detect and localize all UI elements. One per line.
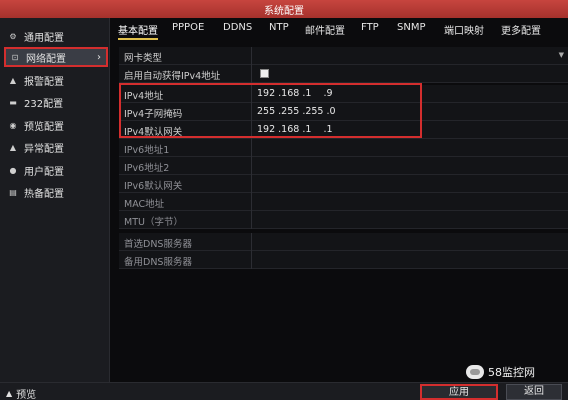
sidebar-item-label: 异常配置 [24, 143, 64, 155]
ipv6-address1-row: IPv6地址1 [119, 139, 568, 157]
mac-address-label: MAC地址 [124, 199, 165, 210]
mtu-row: MTU（字节） [119, 211, 568, 229]
ipv6-gateway-label: IPv6默认网关 [124, 181, 183, 192]
hotspare-icon: ▤ [9, 187, 17, 197]
sidebar-item-network[interactable]: ⊡ 网络配置 › [4, 47, 108, 67]
sidebar-item-label: 报警配置 [24, 76, 64, 88]
primary-dns-label: 首选DNS服务器 [124, 239, 192, 250]
ipv4-address-row: IPv4地址 192 .168 .1 .9 [119, 85, 568, 103]
sidebar-item-label: 热备配置 [24, 188, 64, 200]
ipv4-gateway-field[interactable]: 192 .168 .1 .1 [257, 124, 333, 135]
tab-ftp[interactable]: FTP [361, 22, 379, 33]
preview-button[interactable]: ▲ 预览 [6, 386, 36, 400]
user-icon: ● [9, 165, 17, 175]
secondary-dns-label: 备用DNS服务器 [124, 257, 192, 268]
apply-button[interactable]: 应用 [420, 384, 498, 400]
sidebar-item-label: 用户配置 [24, 166, 64, 178]
watermark: 58监控网 [466, 364, 535, 380]
window-title: 系统配置 [264, 6, 304, 17]
ipv4-address-field[interactable]: 192 .168 .1 .9 [257, 88, 333, 99]
alarm-icon: ▲ [9, 75, 17, 85]
ipv4-gateway-row: IPv4默认网关 192 .168 .1 .1 [119, 121, 568, 139]
bottom-bar: ▲ 预览 应用 返回 [0, 382, 568, 400]
back-button[interactable]: 返回 [506, 384, 562, 400]
tab-snmp[interactable]: SNMP [397, 22, 426, 33]
serial-icon: ▬ [9, 97, 17, 107]
sidebar-item-232[interactable]: ▬ 232配置 [4, 92, 108, 112]
gear-icon: ⚙ [9, 31, 17, 41]
window-titlebar: 系统配置 [0, 0, 568, 18]
tab-port-mapping[interactable]: 端口映射 [444, 22, 484, 37]
sidebar-item-general[interactable]: ⚙ 通用配置 [4, 26, 108, 46]
ipv6-gateway-row: IPv6默认网关 [119, 175, 568, 193]
ipv4-address-label: IPv4地址 [124, 91, 164, 102]
tab-bar: 基本配置 PPPOE DDNS NTP 邮件配置 FTP SNMP 端口映射 更… [110, 20, 568, 40]
warning-icon: ▲ [9, 142, 17, 152]
ipv4-gateway-label: IPv4默认网关 [124, 127, 183, 138]
tab-ddns[interactable]: DDNS [223, 22, 252, 33]
preview-label: 预览 [16, 390, 37, 400]
home-icon: ▲ [6, 389, 13, 398]
sidebar-item-label: 通用配置 [24, 32, 64, 44]
tab-email[interactable]: 邮件配置 [305, 22, 345, 37]
network-icon: ⊡ [11, 52, 19, 62]
dropdown-arrow-icon[interactable]: ▼ [559, 51, 564, 59]
nic-type-label: 网卡类型 [124, 53, 163, 64]
chevron-right-icon: › [97, 51, 101, 63]
ipv6-address2-row: IPv6地址2 [119, 157, 568, 175]
ipv4-mask-label: IPv4子网掩码 [124, 109, 183, 120]
tab-ntp[interactable]: NTP [269, 22, 289, 33]
row-divider [251, 47, 252, 65]
sidebar: ⚙ 通用配置 ⊡ 网络配置 › ▲ 报警配置 ▬ 232配置 ◉ 预览配置 ▲ … [0, 18, 110, 382]
row-divider [251, 193, 252, 211]
ipv4-mask-row: IPv4子网掩码 255 .255 .255 .0 [119, 103, 568, 121]
tab-basic[interactable]: 基本配置 [118, 22, 158, 40]
mac-address-row: MAC地址 [119, 193, 568, 211]
sidebar-item-label: 预览配置 [24, 121, 64, 133]
sidebar-item-user[interactable]: ● 用户配置 [4, 160, 108, 180]
sidebar-item-label: 232配置 [24, 98, 64, 110]
sidebar-item-alarm[interactable]: ▲ 报警配置 [4, 70, 108, 90]
ipv6-address2-label: IPv6地址2 [124, 163, 170, 174]
nic-type-row[interactable]: 网卡类型 ▼ [119, 47, 568, 65]
row-divider [251, 65, 252, 83]
dhcp-checkbox[interactable] [260, 69, 269, 78]
tab-pppoe[interactable]: PPPOE [172, 22, 204, 33]
primary-dns-row: 首选DNS服务器 [119, 233, 568, 251]
row-divider [251, 233, 252, 251]
row-divider [251, 103, 252, 121]
row-divider [251, 139, 252, 157]
row-divider [251, 251, 252, 269]
row-divider [251, 211, 252, 229]
ipv4-mask-field[interactable]: 255 .255 .255 .0 [257, 106, 336, 117]
mtu-label: MTU（字节） [124, 217, 183, 228]
sidebar-item-preview[interactable]: ◉ 预览配置 [4, 115, 108, 135]
row-divider [251, 85, 252, 103]
row-divider [251, 175, 252, 193]
secondary-dns-row: 备用DNS服务器 [119, 251, 568, 269]
watermark-text: 58监控网 [488, 366, 535, 379]
row-divider [251, 157, 252, 175]
wechat-icon [466, 365, 484, 379]
dhcp-row: 启用自动获得IPv4地址 [119, 65, 568, 83]
tab-more[interactable]: 更多配置 [501, 22, 541, 37]
ipv6-address1-label: IPv6地址1 [124, 145, 170, 156]
eye-icon: ◉ [9, 120, 17, 130]
row-divider [251, 121, 252, 139]
sidebar-item-label: 网络配置 [26, 53, 66, 65]
sidebar-item-hotspare[interactable]: ▤ 热备配置 [4, 182, 108, 202]
dhcp-label: 启用自动获得IPv4地址 [124, 71, 221, 82]
sidebar-item-exception[interactable]: ▲ 异常配置 [4, 137, 108, 157]
